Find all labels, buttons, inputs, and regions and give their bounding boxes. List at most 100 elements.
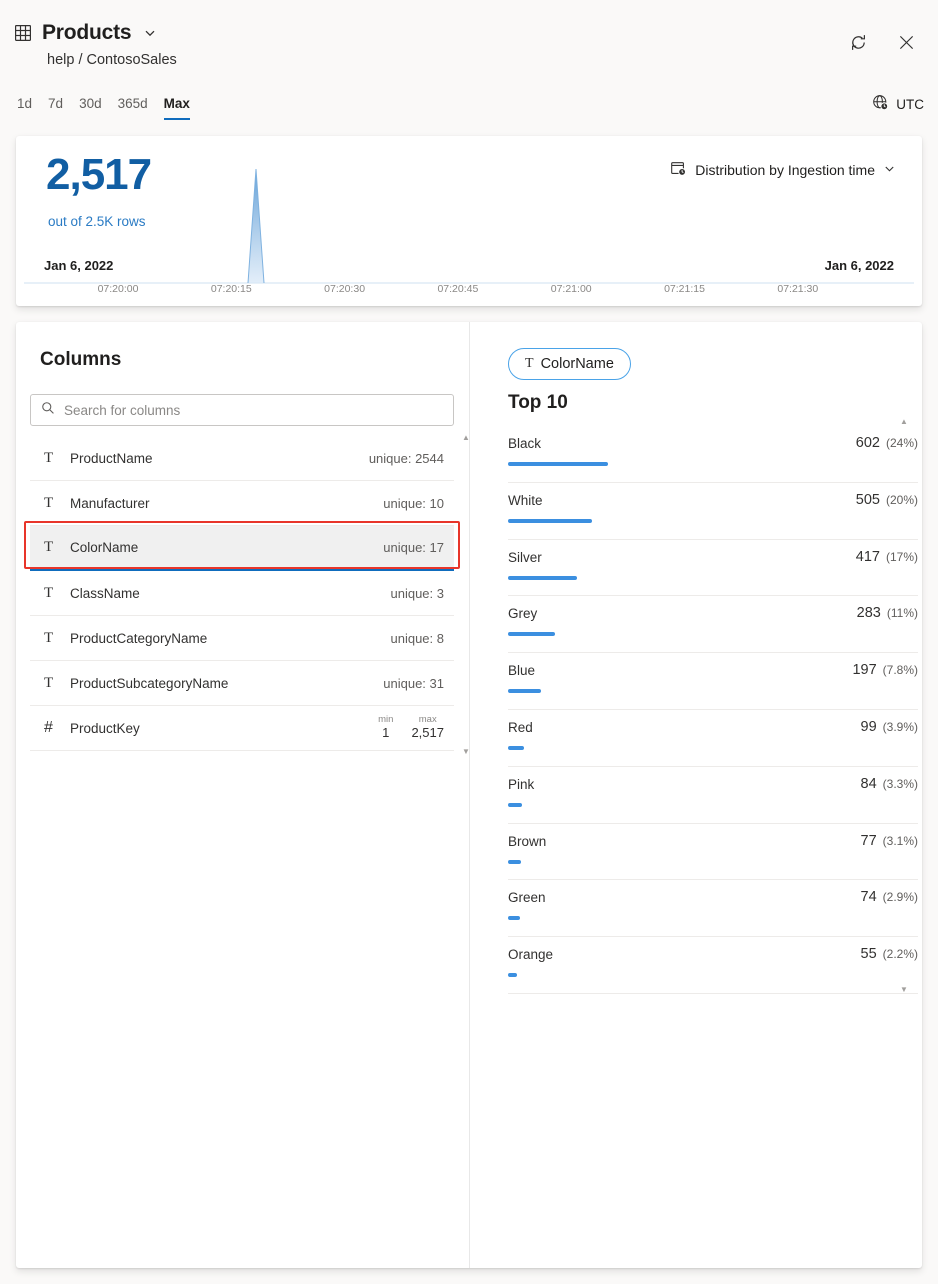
column-unique-count: unique: 10: [383, 496, 444, 511]
column-name: ColorName: [70, 540, 383, 555]
column-row-selected[interactable]: TColorNameunique: 17: [30, 526, 454, 571]
sparkline-x-axis: 07:20:0007:20:1507:20:3007:20:4507:21:00…: [16, 283, 922, 305]
value-row[interactable]: Blue197(7.8%): [508, 653, 918, 710]
column-name: ClassName: [70, 586, 391, 601]
column-min-label: min: [378, 715, 393, 725]
column-name: ProductName: [70, 451, 369, 466]
chevron-down-icon: [883, 162, 896, 178]
value-label: Blue: [508, 663, 535, 678]
refresh-icon: [849, 33, 868, 55]
column-name: ProductCategoryName: [70, 631, 391, 646]
value-bar: [508, 689, 541, 693]
timezone-button[interactable]: UTC: [872, 94, 924, 114]
close-button[interactable]: [890, 28, 922, 60]
value-bar: [508, 632, 555, 636]
search-columns-placeholder: Search for columns: [64, 403, 180, 418]
axis-tick-label: 07:21:15: [664, 283, 705, 295]
value-label: White: [508, 493, 543, 508]
value-row[interactable]: Pink84(3.3%): [508, 767, 918, 824]
column-row[interactable]: TProductSubcategoryNameunique: 31: [30, 661, 454, 706]
string-type-icon: T: [44, 630, 64, 647]
top-values-scrollbar[interactable]: ▲ ▼: [898, 418, 910, 994]
scroll-up-arrow[interactable]: ▲: [462, 434, 470, 442]
value-row[interactable]: Red99(3.9%): [508, 710, 918, 767]
value-label: Brown: [508, 834, 546, 849]
column-max-stat: max2,517: [411, 715, 444, 741]
header-actions: [842, 28, 922, 60]
value-label: Pink: [508, 777, 534, 792]
string-type-icon: T: [44, 495, 64, 512]
axis-tick-label: 07:20:15: [211, 283, 252, 295]
value-row[interactable]: Black602(24%): [508, 426, 918, 483]
value-row[interactable]: Grey283(11%): [508, 596, 918, 653]
tab-max[interactable]: Max: [164, 96, 190, 120]
distribution-selector[interactable]: Distribution by Ingestion time: [670, 160, 896, 180]
column-name: ProductSubcategoryName: [70, 676, 383, 691]
value-bar: [508, 803, 522, 807]
timezone-label: UTC: [896, 97, 924, 112]
value-row[interactable]: Orange55(2.2%): [508, 937, 918, 994]
chevron-down-icon[interactable]: [141, 26, 157, 40]
column-row[interactable]: TProductNameunique: 2544: [30, 436, 454, 481]
data-profile-panel: Products help / ContosoSales 1d 7d 30d 3…: [0, 0, 938, 1284]
axis-tick-label: 07:21:30: [777, 283, 818, 295]
distribution-label: Distribution by Ingestion time: [695, 162, 875, 178]
column-min-max: min1 max2,517: [378, 715, 444, 741]
column-min-stat: min1: [378, 715, 393, 741]
value-label: Red: [508, 720, 533, 735]
page-header: Products help / ContosoSales 1d 7d 30d 3…: [0, 0, 938, 128]
refresh-button[interactable]: [842, 28, 874, 60]
column-unique-count: unique: 8: [391, 631, 445, 646]
value-bar: [508, 916, 520, 920]
globe-clock-icon: [872, 94, 889, 114]
range-start-date: Jan 6, 2022: [44, 258, 113, 273]
value-label: Silver: [508, 550, 542, 565]
column-max-value: 2,517: [411, 725, 444, 741]
table-grid-icon: [14, 24, 32, 42]
axis-tick-label: 07:21:00: [551, 283, 592, 295]
scroll-down-arrow[interactable]: ▼: [462, 748, 470, 756]
value-bar: [508, 462, 608, 466]
columns-list[interactable]: TProductNameunique: 2544TManufactureruni…: [30, 436, 470, 756]
search-icon: [41, 401, 55, 420]
row-count-subtitle: out of 2.5K rows: [48, 214, 146, 229]
value-label: Grey: [508, 606, 537, 621]
columns-pane: Columns Search for columns TProductNameu…: [16, 322, 469, 1268]
axis-tick-label: 07:20:30: [324, 283, 365, 295]
value-label: Black: [508, 436, 541, 451]
value-count: 84: [861, 776, 877, 792]
columns-title: Columns: [40, 349, 121, 371]
column-name: ProductKey: [70, 721, 378, 736]
column-name: Manufacturer: [70, 496, 383, 511]
scroll-down-arrow[interactable]: ▼: [900, 986, 908, 994]
tab-7d[interactable]: 7d: [48, 96, 63, 120]
row-count: 2,517: [46, 153, 151, 197]
value-count: 417: [856, 549, 880, 565]
tab-30d[interactable]: 30d: [79, 96, 102, 120]
scroll-up-arrow[interactable]: ▲: [900, 418, 908, 426]
column-row[interactable]: #ProductKeymin1max2,517: [30, 706, 454, 751]
search-columns-field[interactable]: Search for columns: [30, 394, 454, 426]
value-row[interactable]: Silver417(17%): [508, 540, 918, 597]
tab-1d[interactable]: 1d: [17, 96, 32, 120]
value-count: 505: [856, 492, 880, 508]
value-count: 77: [861, 833, 877, 849]
selected-column-chip[interactable]: T ColorName: [508, 348, 631, 380]
column-unique-count: unique: 31: [383, 676, 444, 691]
column-row[interactable]: TClassNameunique: 3: [30, 571, 454, 616]
column-unique-count: unique: 2544: [369, 451, 444, 466]
value-row[interactable]: Green74(2.9%): [508, 880, 918, 937]
top-values-list: Black602(24%)White505(20%)Silver417(17%)…: [508, 426, 918, 994]
column-min-value: 1: [382, 725, 389, 741]
tab-365d[interactable]: 365d: [118, 96, 148, 120]
value-count: 74: [861, 889, 877, 905]
time-range-tabs: 1d 7d 30d 365d Max: [17, 96, 190, 120]
top-values-heading: Top 10: [508, 392, 568, 414]
value-row[interactable]: Brown77(3.1%): [508, 824, 918, 881]
value-row[interactable]: White505(20%): [508, 483, 918, 540]
value-count: 99: [861, 719, 877, 735]
column-row[interactable]: T ProductCategoryNameunique: 8: [30, 616, 454, 661]
column-row[interactable]: T Manufacturerunique: 10: [30, 481, 454, 526]
title-row: Products: [14, 22, 157, 43]
ingestion-summary-card: 2,517 out of 2.5K rows Distribution by I…: [16, 136, 922, 306]
